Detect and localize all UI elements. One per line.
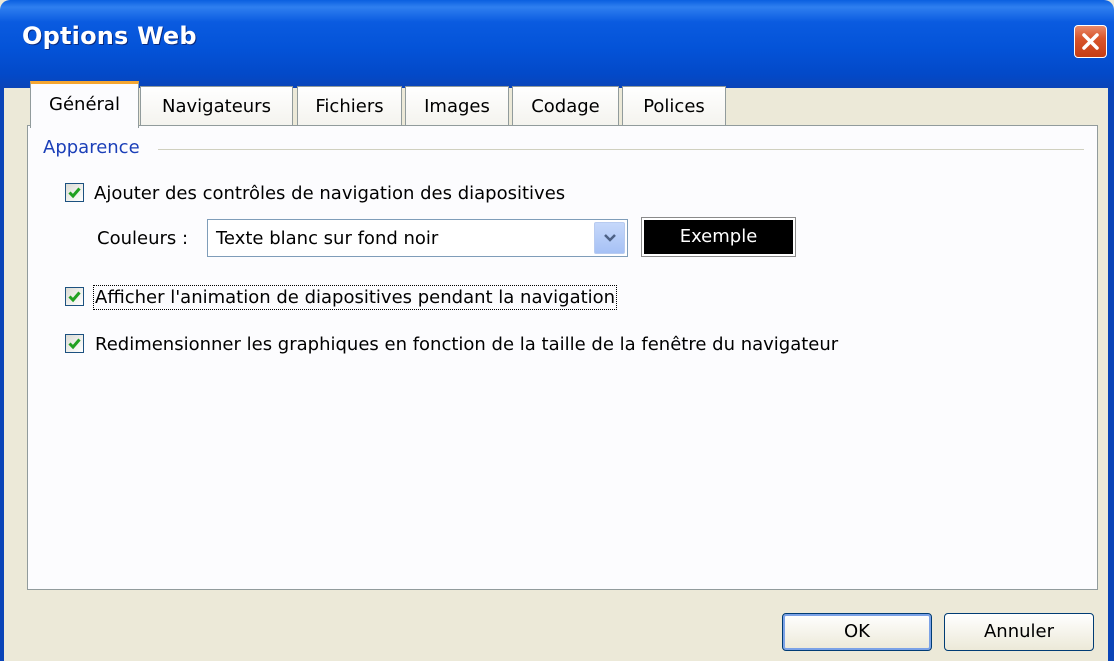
- chevron-down-icon: [604, 234, 616, 242]
- tab-images[interactable]: Images: [405, 86, 509, 126]
- resize-graphics-checkbox[interactable]: [65, 334, 84, 353]
- colors-label: Couleurs :: [97, 228, 189, 249]
- tab-fichiers[interactable]: Fichiers: [297, 86, 402, 126]
- close-button[interactable]: [1074, 25, 1107, 58]
- tab-polices[interactable]: Polices: [622, 86, 726, 126]
- window-border-left: [0, 88, 4, 661]
- tab-general[interactable]: Général: [30, 81, 139, 128]
- color-sample-frame: Exemple: [641, 217, 796, 257]
- window-border-right: [1108, 88, 1114, 661]
- group-label-apparence: Apparence: [43, 137, 140, 158]
- nav-controls-checkbox[interactable]: [65, 183, 84, 202]
- group-divider: [158, 149, 1084, 150]
- ok-button[interactable]: OK: [782, 613, 932, 651]
- colors-select-value: Texte blanc sur fond noir: [216, 228, 439, 249]
- nav-controls-label: Ajouter des contrôles de navigation des …: [94, 183, 566, 204]
- cancel-button[interactable]: Annuler: [944, 613, 1094, 651]
- color-sample: Exemple: [644, 220, 793, 254]
- title-bar: Options Web: [0, 0, 1114, 88]
- show-animation-label: Afficher l'animation de diapositives pen…: [92, 285, 618, 310]
- resize-graphics-label: Redimensionner les graphiques en fonctio…: [95, 334, 839, 355]
- close-icon: [1082, 33, 1099, 50]
- tab-codage[interactable]: Codage: [512, 86, 619, 126]
- show-animation-checkbox[interactable]: [65, 287, 84, 306]
- check-icon: [68, 338, 81, 350]
- check-icon: [68, 187, 81, 199]
- tab-navigateurs[interactable]: Navigateurs: [140, 86, 293, 126]
- dropdown-button[interactable]: [594, 222, 625, 254]
- check-icon: [68, 291, 81, 303]
- colors-select[interactable]: Texte blanc sur fond noir: [207, 219, 628, 257]
- window-title: Options Web: [22, 22, 197, 50]
